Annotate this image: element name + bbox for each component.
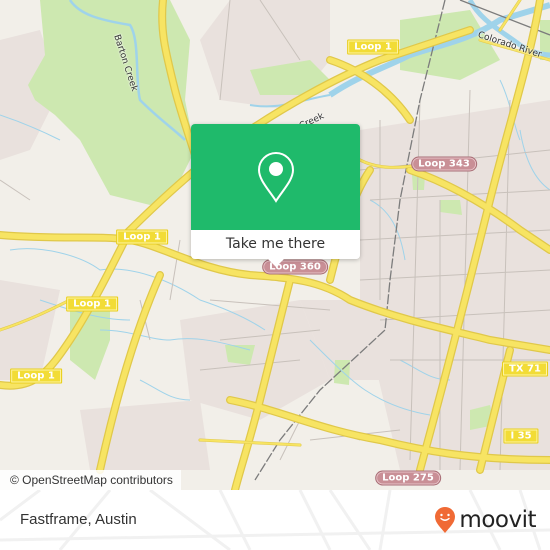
road-shield-loop-1: Loop 1 bbox=[66, 296, 118, 312]
footer-bar: Fastframe, Austin moovit bbox=[0, 490, 550, 550]
moovit-logo[interactable]: moovit bbox=[434, 506, 536, 534]
road-shield-loop-343: Loop 343 bbox=[411, 156, 477, 172]
road-shield-loop-275: Loop 275 bbox=[375, 470, 441, 486]
take-me-there-button[interactable]: Take me there bbox=[191, 230, 360, 259]
moovit-wordmark: moovit bbox=[459, 507, 536, 533]
map-attribution[interactable]: © OpenStreetMap contributors bbox=[0, 470, 181, 490]
road-shield-i-35: I 35 bbox=[503, 428, 539, 444]
road-shield-loop-1: Loop 1 bbox=[347, 39, 399, 55]
popup-header bbox=[191, 124, 360, 230]
popup-pointer bbox=[267, 259, 284, 267]
road-shield-loop-1: Loop 1 bbox=[116, 229, 168, 245]
map-view[interactable]: Loop 1 Loop 1 Loop 1 Loop 1 Loop 343 Loo… bbox=[0, 0, 550, 490]
location-popup: Take me there bbox=[191, 124, 360, 267]
moovit-pin-icon bbox=[435, 507, 456, 533]
road-shield-loop-1: Loop 1 bbox=[10, 368, 62, 384]
place-name: Fastframe, Austin bbox=[20, 511, 137, 528]
map-pin-icon bbox=[257, 151, 294, 203]
road-shield-tx-71: TX 71 bbox=[502, 361, 548, 377]
